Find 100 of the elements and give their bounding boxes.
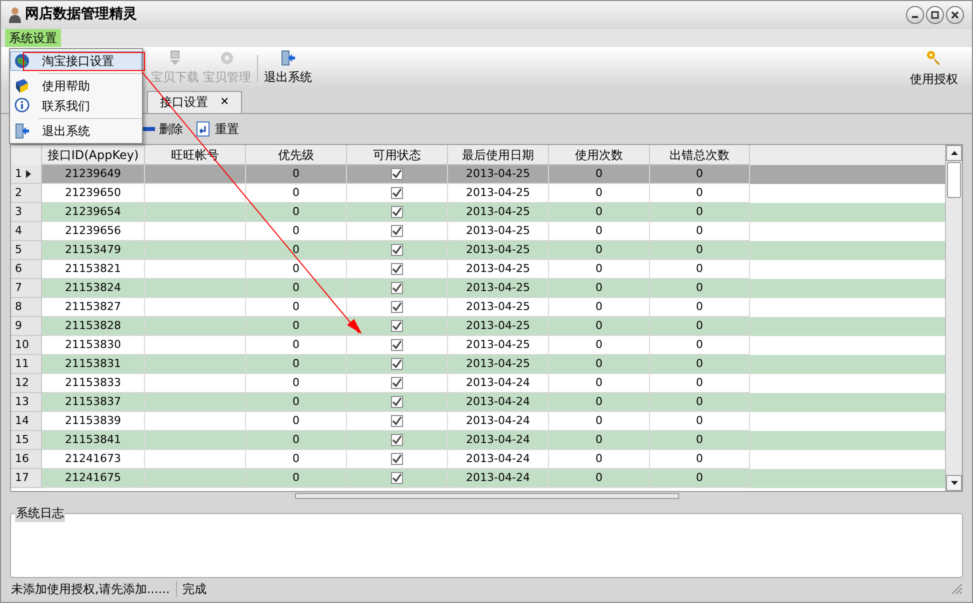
reset-icon — [195, 120, 211, 137]
table-cell-text: 2013-04-25 — [466, 299, 530, 316]
table-cell-text: 21153833 — [65, 375, 121, 392]
checkbox[interactable] — [391, 320, 403, 332]
table-cell-text: 2013-04-24 — [466, 394, 530, 410]
checkbox[interactable] — [391, 282, 403, 294]
table-row[interactable]: 9 21153828 0 2013-04-25 0 0 — [11, 317, 945, 336]
checkbox[interactable] — [391, 434, 403, 446]
table-cell-text: 0 — [696, 299, 703, 316]
table-cell-text: 0 — [596, 394, 602, 410]
row-header: 9 — [11, 317, 42, 336]
table-cell-text: 0 — [696, 223, 703, 240]
table-row[interactable]: 8 21153827 0 2013-04-25 0 0 — [11, 298, 945, 318]
table-cell-text: 0 — [596, 299, 602, 316]
checkbox[interactable] — [391, 453, 403, 466]
table-row[interactable]: 17 21241675 0 2013-04-24 0 0 — [11, 469, 945, 488]
globe-icon — [14, 53, 30, 69]
table-cell-text: 2013-04-24 — [466, 375, 530, 392]
table-row[interactable]: 12 21153833 0 2013-04-24 0 0 — [11, 374, 945, 394]
table-row[interactable]: 16 21241673 0 2013-04-24 0 0 — [11, 450, 945, 470]
table-cell-text: 0 — [292, 185, 300, 202]
table-cell-text: 2013-04-24 — [466, 451, 530, 468]
menu-item[interactable]: 系统设置 — [5, 28, 61, 47]
row-header: 3 — [11, 203, 42, 222]
row-header: 7 — [11, 279, 42, 298]
row-header: 15 — [11, 431, 42, 450]
key-icon — [926, 50, 942, 66]
checkbox[interactable] — [391, 358, 403, 370]
table-cell-text: 2013-04-25 — [466, 261, 530, 278]
checkbox[interactable] — [391, 396, 403, 408]
horizontal-scrollbar[interactable] — [295, 493, 679, 500]
row-header: 8 — [11, 298, 42, 318]
table-cell-text: 0 — [292, 356, 300, 372]
checkbox[interactable] — [391, 301, 403, 314]
table-row[interactable]: 11 21153831 0 2013-04-25 0 0 — [11, 355, 945, 374]
table-cell-text: 0 — [292, 432, 300, 448]
table-cell-text: 0 — [292, 280, 300, 296]
table-cell-text: 21153841 — [65, 432, 121, 448]
status-text: 未添加使用授权,请先添加...... — [11, 581, 170, 598]
table-cell-text: 0 — [292, 451, 300, 468]
table-row[interactable]: 4 21239656 0 2013-04-25 0 0 — [11, 222, 945, 242]
table-cell-text: 0 — [292, 394, 300, 410]
checkbox[interactable] — [391, 263, 403, 276]
table-cell-text: 2013-04-25 — [466, 318, 530, 334]
toolbar-button[interactable]: 退出系统 — [262, 46, 314, 90]
table-cell-text: 0 — [292, 337, 300, 354]
checkbox[interactable] — [391, 225, 403, 238]
table-row[interactable]: 14 21153839 0 2013-04-24 0 0 — [11, 412, 945, 432]
table-row[interactable]: 6 21153821 0 2013-04-25 0 0 — [11, 260, 945, 280]
table-cell-text: 0 — [292, 166, 300, 182]
table-row[interactable]: 5 21153479 0 2013-04-25 0 0 — [11, 241, 945, 260]
table-row[interactable]: 10 21153830 0 2013-04-25 0 0 — [11, 336, 945, 356]
minimize-button[interactable] — [906, 6, 924, 24]
table-cell-text: 2013-04-24 — [466, 470, 530, 486]
table-row[interactable]: 13 21153837 0 2013-04-24 0 0 — [11, 393, 945, 412]
checkbox[interactable] — [391, 472, 403, 484]
resize-grip-icon[interactable] — [952, 584, 962, 594]
table-row[interactable]: 2 21239650 0 2013-04-25 0 0 — [11, 184, 945, 204]
table-cell-text: 0 — [696, 356, 703, 372]
row-header: 14 — [11, 412, 42, 432]
row-header: 2 — [11, 184, 42, 204]
table-row[interactable]: 15 21153841 0 2013-04-24 0 0 — [11, 431, 945, 450]
checkbox[interactable] — [391, 187, 403, 200]
checkbox[interactable] — [391, 206, 403, 218]
menu-item[interactable]: 使用帮助 — [10, 76, 142, 96]
row-pointer-icon — [26, 170, 31, 178]
table-row[interactable]: 1 21239649 0 2013-04-25 0 0 — [11, 165, 945, 184]
window-title: 网店数据管理精灵 — [25, 4, 137, 24]
table-cell-text: 0 — [596, 375, 602, 392]
close-button[interactable] — [946, 6, 964, 24]
table-cell-text: 2013-04-25 — [466, 337, 530, 354]
table-row[interactable]: 3 21239654 0 2013-04-25 0 0 — [11, 203, 945, 222]
table-cell-text: 21153830 — [65, 337, 121, 354]
close-tab-icon[interactable]: ✕ — [220, 94, 230, 111]
toolbar-button[interactable]: 使用授权 — [910, 46, 958, 90]
vertical-scrollbar[interactable] — [945, 145, 962, 492]
menu-item[interactable]: 淘宝接口设置 — [10, 51, 142, 71]
scrollbar-thumb[interactable] — [947, 162, 961, 198]
table-cell-text: 0 — [292, 204, 300, 220]
table-cell-text: 0 — [696, 261, 703, 278]
table-cell-text: 21153831 — [65, 356, 121, 372]
checkbox[interactable] — [391, 244, 403, 256]
checkbox[interactable] — [391, 168, 403, 180]
table-cell-text: 21239649 — [65, 166, 121, 182]
table-cell-text: 21153824 — [65, 280, 121, 296]
checkbox[interactable] — [391, 415, 403, 428]
table-row[interactable]: 7 21153824 0 2013-04-25 0 0 — [11, 279, 945, 298]
table-cell-text: 21153828 — [65, 318, 121, 334]
menu-item[interactable]: 联系我们 — [10, 96, 142, 116]
menu-item[interactable]: 退出系统 — [10, 121, 142, 141]
checkbox[interactable] — [391, 339, 403, 352]
table-cell-text: 0 — [696, 413, 703, 430]
table-cell-text: 0 — [696, 451, 703, 468]
close-icon — [951, 10, 959, 19]
row-header: 11 — [11, 355, 42, 374]
exit-door-icon — [280, 50, 296, 66]
maximize-button[interactable] — [926, 6, 944, 24]
checkbox[interactable] — [391, 377, 403, 390]
table-cell-text: 0 — [696, 394, 703, 410]
action-button[interactable]: 重置 — [195, 120, 239, 138]
